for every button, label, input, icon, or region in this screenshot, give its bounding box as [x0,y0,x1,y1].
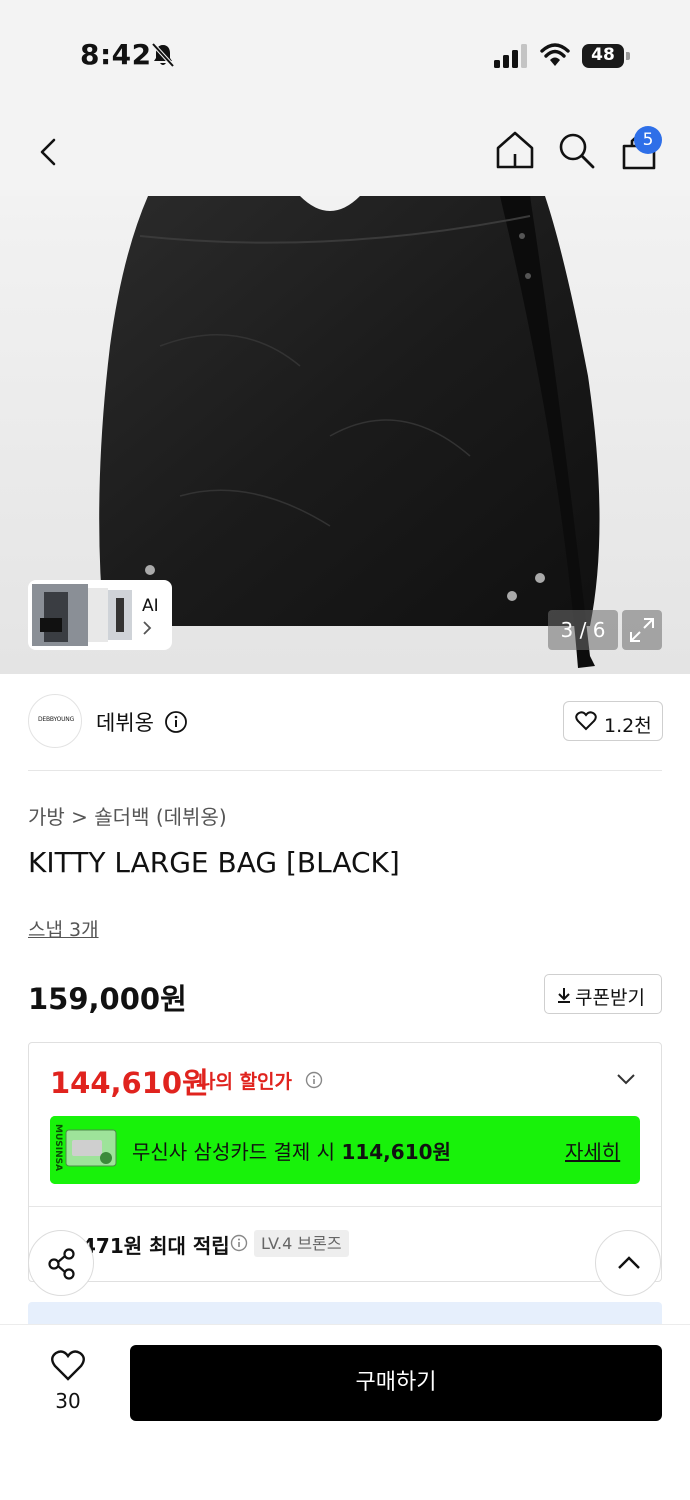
sale-price: 144,610원 [50,1066,209,1100]
cellular-signal-icon [494,44,527,68]
brand-name[interactable]: 데뷔옹 [96,707,154,737]
search-icon[interactable] [556,130,596,170]
heart-icon[interactable] [50,1350,86,1382]
heart-icon [575,711,597,731]
status-time: 8:42 [80,38,152,71]
download-icon [558,988,570,1003]
lookbook-thumbnails [32,584,132,646]
status-bar: 8:42 48 [0,0,690,110]
card-promo-price: 114,610원 [341,1140,451,1164]
info-icon[interactable] [230,1234,248,1252]
app-header [0,110,690,196]
divider [29,1206,661,1207]
sale-label: 나의 할인가 [198,1071,293,1093]
musinsa-card-image: MUSINSA [50,1116,120,1184]
wifi-icon [540,43,570,66]
coupon-label: 쿠폰받기 [575,987,645,1009]
snap-link[interactable]: 스냅 3개 [28,915,99,942]
brand-like-count: 1.2천 [604,715,652,737]
card-promo-text: 무신사 삼성카드 결제 시 114,610원 [132,1136,451,1165]
info-icon[interactable] [305,1071,323,1089]
info-icon[interactable] [164,710,188,734]
chevron-right-icon [143,621,152,635]
expand-icon[interactable] [622,610,662,650]
breadcrumb[interactable]: 가방 > 숄더백 (데뷔옹) [28,801,227,830]
share-icon [48,1248,75,1280]
divider [28,770,662,771]
share-button[interactable] [28,1230,94,1296]
product-title: KITTY LARGE BAG [BLACK] [28,846,400,879]
card-brand-text: MUSINSA [53,1124,63,1171]
battery-level: 48 [591,45,615,65]
chevron-down-icon[interactable] [614,1070,638,1088]
original-price: 159,000원 [28,982,187,1016]
scroll-top-button[interactable] [595,1230,661,1296]
coupon-button[interactable]: 쿠폰받기 [544,974,662,1014]
ai-label: AI [142,596,159,616]
home-icon[interactable] [494,128,536,172]
bell-muted-icon [151,42,175,68]
back-arrow-icon[interactable] [30,130,70,174]
image-counter: 3 / 6 [548,610,618,650]
like-count: 30 [55,1389,81,1413]
battery-indicator: 48 [582,44,630,68]
brand-like-button[interactable]: 1.2천 [563,701,663,741]
buy-button[interactable]: 구매하기 [130,1345,662,1421]
brand-logo[interactable]: DEBBYOUNG [28,694,82,748]
card-detail-link[interactable]: 자세히 [565,1136,620,1165]
card-promo-prefix: 무신사 삼성카드 결제 시 [132,1140,342,1164]
max-points: 471원 최대 적립 [82,1234,230,1258]
chevron-up-icon [618,1256,640,1269]
member-level-badge: LV.4 브론즈 [254,1230,349,1257]
brand-logo-text: DEBBYOUNG [37,716,75,723]
cart-count-badge: 5 [634,126,662,154]
